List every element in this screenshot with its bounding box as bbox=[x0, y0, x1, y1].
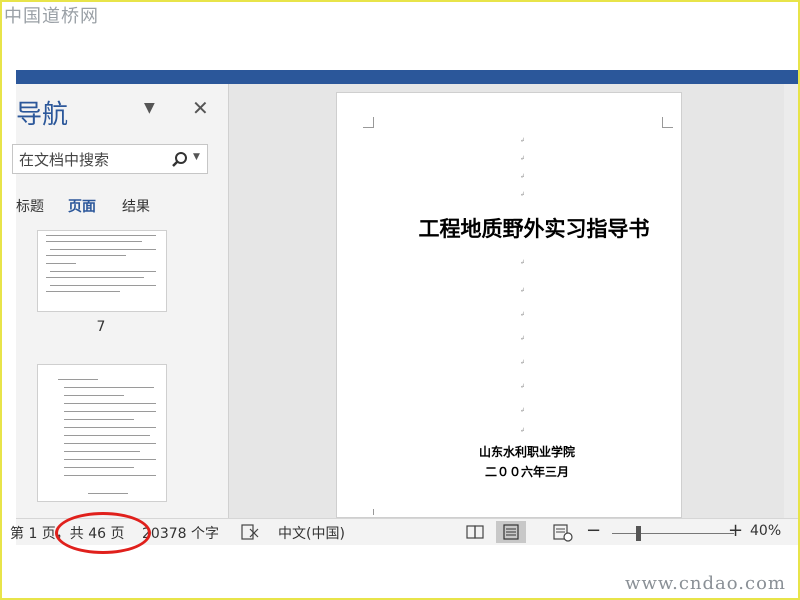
watermark-top: 中国道桥网 bbox=[4, 6, 99, 27]
page-thumbnail-number: 7 bbox=[96, 319, 106, 335]
search-options-chevron-down-icon[interactable]: ▼ bbox=[193, 152, 200, 162]
ribbon-title-strip bbox=[16, 70, 798, 84]
read-mode-icon[interactable] bbox=[460, 521, 490, 543]
language-status[interactable]: 中文(中国) bbox=[278, 523, 345, 543]
document-title: 工程地质野外实习指导书 bbox=[418, 216, 650, 241]
print-layout-icon[interactable] bbox=[496, 521, 526, 543]
paragraph-mark: ↲ bbox=[520, 173, 526, 180]
page-thumbnail-8[interactable] bbox=[37, 364, 167, 502]
paragraph-mark: ↲ bbox=[520, 311, 526, 318]
nav-options-chevron-down-icon[interactable]: ▼ bbox=[144, 100, 155, 116]
tab-pages[interactable]: 页面 bbox=[68, 196, 96, 216]
nav-close-icon[interactable]: ✕ bbox=[192, 96, 209, 120]
paragraph-mark: ↲ bbox=[520, 137, 526, 144]
zoom-slider-track[interactable] bbox=[612, 533, 734, 534]
red-annotation-circle bbox=[55, 512, 151, 554]
zoom-slider-thumb[interactable] bbox=[636, 526, 641, 541]
search-box: ▼ bbox=[12, 144, 208, 174]
nav-pane-title: 导航 bbox=[16, 100, 69, 130]
document-page[interactable]: ↲ ↲ ↲ ↲ ↲ ↲ ↲ ↲ ↲ ↲ ↲ ↲ 工程地质野外实习指导书 山东水利… bbox=[336, 92, 682, 518]
crop-mark bbox=[363, 117, 374, 128]
search-input[interactable] bbox=[17, 149, 171, 171]
paragraph-mark: ↲ bbox=[520, 407, 526, 414]
proofing-icon[interactable] bbox=[240, 521, 260, 543]
paragraph-mark: ↲ bbox=[520, 383, 526, 390]
tab-headings[interactable]: 标题 bbox=[16, 196, 44, 216]
document-organization: 山东水利职业学院 bbox=[478, 445, 575, 459]
zoom-in-icon[interactable]: + bbox=[728, 520, 743, 541]
paragraph-mark: ↲ bbox=[520, 155, 526, 162]
word-count-status[interactable]: 20378 个字 bbox=[142, 523, 219, 543]
document-canvas[interactable]: ↲ ↲ ↲ ↲ ↲ ↲ ↲ ↲ ↲ ↲ ↲ ↲ 工程地质野外实习指导书 山东水利… bbox=[229, 84, 798, 518]
crop-mark bbox=[662, 117, 673, 128]
paragraph-mark: ↲ bbox=[520, 335, 526, 342]
search-icon[interactable] bbox=[171, 151, 189, 169]
paragraph-mark: ↲ bbox=[520, 359, 526, 366]
word-window: 导航 ▼ ✕ ▼ 标题 页面 结果 7 bbox=[12, 84, 798, 518]
web-layout-icon[interactable] bbox=[548, 521, 578, 543]
watermark-bottom: www.cndao.com bbox=[625, 573, 786, 594]
vertical-scrollbar[interactable] bbox=[784, 84, 798, 518]
navigation-pane: 导航 ▼ ✕ ▼ 标题 页面 结果 7 bbox=[12, 84, 229, 518]
paragraph-mark: ↲ bbox=[520, 191, 526, 198]
document-date: 二００六年三月 bbox=[484, 465, 569, 479]
paragraph-mark: ↲ bbox=[520, 427, 526, 434]
crop-mark bbox=[367, 509, 374, 515]
zoom-out-icon[interactable]: − bbox=[586, 520, 601, 541]
paragraph-mark: ↲ bbox=[520, 259, 526, 266]
page-thumbnail-7[interactable] bbox=[37, 230, 167, 312]
tab-results[interactable]: 结果 bbox=[122, 196, 150, 216]
paragraph-mark: ↲ bbox=[520, 287, 526, 294]
zoom-level[interactable]: 40% bbox=[750, 523, 781, 539]
